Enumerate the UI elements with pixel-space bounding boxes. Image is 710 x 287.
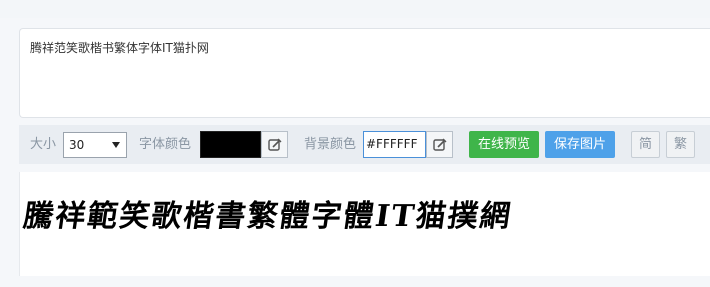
chevron-down-icon [112,142,120,148]
save-image-button[interactable]: 保存图片 [545,131,615,158]
font-color-picker-button[interactable] [261,131,288,158]
bg-color-value: #FFFFFF [366,137,418,151]
toolbar: 大小 30 字体颜色 背景颜色 #FFFFFF 在线预览 保存图片 简 繁 [19,125,710,164]
font-color-swatch[interactable] [200,131,261,158]
text-input-value: 腾祥范笑歌楷书繁体字体IT猫扑网 [30,41,209,55]
preview-button[interactable]: 在线预览 [469,131,539,158]
bg-color-input[interactable]: #FFFFFF [363,131,426,158]
preview-area: 騰祥範笑歌楷書繁體字體IT猫撲網 [19,172,710,276]
font-color-label: 字体颜色 [139,137,192,152]
bg-color-label: 背景颜色 [304,137,357,152]
bg-color-picker-button[interactable] [426,131,453,158]
size-select[interactable]: 30 [63,132,127,158]
text-input-area[interactable]: 腾祥范笑歌楷书繁体字体IT猫扑网 [19,28,710,118]
size-label: 大小 [30,137,57,152]
simplified-button[interactable]: 简 [631,131,660,158]
traditional-button[interactable]: 繁 [666,131,695,158]
color-picker-icon [268,138,282,151]
size-select-value: 30 [69,138,85,152]
top-band [0,0,710,18]
color-picker-icon [433,138,447,151]
preview-text: 騰祥範笑歌楷書繁體字體IT猫撲網 [20,199,515,234]
